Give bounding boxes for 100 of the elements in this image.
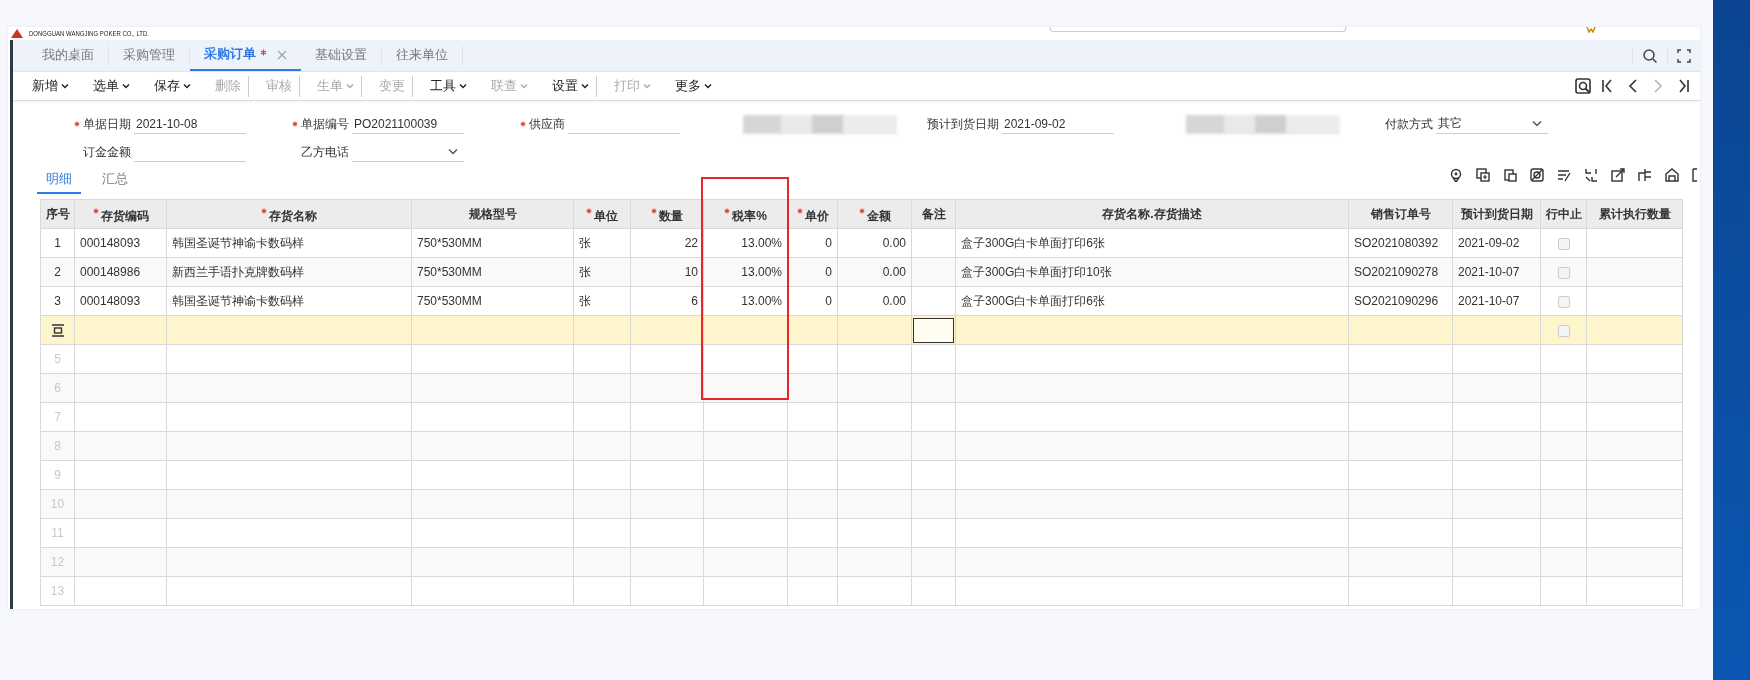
- column-header[interactable]: 规格型号: [411, 199, 574, 229]
- column-header[interactable]: 备注: [911, 199, 956, 229]
- column-header[interactable]: 数量: [630, 199, 704, 229]
- preview-icon[interactable]: [1575, 78, 1591, 94]
- column-header[interactable]: 预计到货日期: [1452, 199, 1541, 229]
- list-edit-icon[interactable]: [1557, 168, 1571, 182]
- table-cell: 000148093: [74, 228, 167, 258]
- table-cell: 750*530MM: [411, 228, 574, 258]
- caret-icon: [459, 83, 467, 89]
- export-icon[interactable]: [1611, 168, 1625, 182]
- field-label: 预计到货日期: [927, 115, 999, 133]
- table-cell: 0.00: [837, 286, 912, 316]
- checkbox[interactable]: [1557, 324, 1570, 337]
- tab[interactable]: 基础设置: [301, 46, 382, 65]
- column-header[interactable]: 存货名称.存货描述: [955, 199, 1349, 229]
- table-cell: SO2021080392: [1348, 228, 1453, 258]
- table-cell: 2021-09-02: [1452, 228, 1541, 258]
- table-cell: 张: [573, 257, 631, 287]
- table-cell: 韩国圣诞节神谕卡数码样: [166, 228, 412, 258]
- dropdown-field[interactable]: 其它: [1436, 114, 1548, 134]
- table-cell: 新西兰手语扑克牌数码样: [166, 257, 412, 287]
- column-header[interactable]: 单位: [573, 199, 631, 229]
- column-header[interactable]: 累计执行数量: [1586, 199, 1683, 229]
- required-icon: [858, 208, 865, 214]
- field-label: 单据日期: [74, 115, 131, 133]
- required-icon: [261, 208, 267, 214]
- field-label: 单据编号: [292, 115, 349, 133]
- table-cell: 1: [40, 228, 75, 258]
- table-cell: 000148986: [74, 257, 167, 287]
- table-cell: 0.00: [837, 257, 912, 287]
- toolbar-button[interactable]: 设置: [545, 75, 597, 97]
- column-header[interactable]: 金额: [837, 199, 912, 229]
- checkbox[interactable]: [1557, 295, 1570, 308]
- table-cell: 000148093: [74, 286, 167, 316]
- column-header[interactable]: 税率%: [703, 199, 788, 229]
- required-icon: [651, 208, 657, 214]
- caret-icon: [122, 83, 130, 89]
- cell-editor[interactable]: [913, 317, 954, 343]
- tab[interactable]: 往来单位: [382, 46, 463, 65]
- column-header[interactable]: 存货名称: [166, 199, 412, 229]
- modified-icon: [260, 48, 267, 56]
- chevron-down-icon: [1532, 120, 1542, 127]
- table-cell: 13.00%: [703, 257, 788, 287]
- toolbar-button[interactable]: 更多: [668, 75, 719, 97]
- table-cell: SO2021090278: [1348, 257, 1453, 287]
- field-label: 供应商: [520, 115, 565, 133]
- table-cell: 张: [573, 286, 631, 316]
- required-icon: [92, 208, 99, 214]
- caret-icon: [704, 83, 712, 89]
- toolbar-button[interactable]: 工具: [423, 75, 474, 97]
- field-label: 乙方电话: [301, 143, 349, 161]
- branch-icon[interactable]: [1638, 168, 1652, 182]
- table-cell: 2021-10-07: [1452, 286, 1541, 316]
- caret-icon: [643, 83, 651, 89]
- table-cell: 盒子300G白卡单面打印10张: [955, 257, 1349, 287]
- required-icon: [520, 121, 526, 127]
- home-icon[interactable]: [1665, 168, 1679, 182]
- table-cell: 750*530MM: [411, 257, 574, 287]
- tab[interactable]: 汇总: [93, 171, 137, 194]
- tab[interactable]: 我的桌面: [28, 46, 109, 65]
- toolbar-button[interactable]: 保存: [147, 75, 198, 97]
- tab[interactable]: 采购管理: [109, 46, 190, 65]
- toolbar-button[interactable]: 新增: [25, 75, 76, 97]
- input-field[interactable]: 2021-09-02: [1002, 114, 1114, 134]
- table-cell: 3: [40, 286, 75, 316]
- tab[interactable]: 采购订单: [190, 40, 301, 71]
- caret-icon: [346, 83, 354, 89]
- paste-icon[interactable]: [1503, 168, 1517, 182]
- checkbox[interactable]: [1557, 266, 1570, 279]
- search-field[interactable]: [1050, 27, 1346, 32]
- column-header[interactable]: 单价: [787, 199, 838, 229]
- table-cell: 2: [40, 257, 75, 287]
- column-header[interactable]: 行中止: [1540, 199, 1587, 229]
- table-cell: 张: [573, 228, 631, 258]
- caret-icon: [183, 83, 191, 89]
- required-icon: [586, 208, 592, 214]
- tab[interactable]: 明细: [37, 171, 81, 194]
- input-field[interactable]: PO2021100039: [352, 114, 464, 134]
- column-header[interactable]: 序号: [40, 199, 75, 229]
- column-header[interactable]: 存货编码: [74, 199, 167, 229]
- required-icon: [724, 208, 731, 214]
- table-cell: 盒子300G白卡单面打印6张: [955, 286, 1349, 316]
- add-copy-icon[interactable]: [1476, 168, 1490, 182]
- input-field[interactable]: 2021-10-08: [134, 114, 246, 134]
- table-cell: 0.00: [837, 228, 912, 258]
- toolbar-button[interactable]: 选单: [86, 75, 137, 97]
- table-cell: 2021-10-07: [1452, 257, 1541, 287]
- table-cell: 韩国圣诞节神谕卡数码样: [166, 286, 412, 316]
- table-cell: 750*530MM: [411, 286, 574, 316]
- add-row-icon[interactable]: [50, 323, 65, 338]
- crown-icon: [1586, 27, 1596, 33]
- field-label: 订金金额: [83, 143, 131, 161]
- location-pin-icon[interactable]: [1449, 168, 1463, 182]
- required-icon: [796, 208, 803, 214]
- column-header[interactable]: 销售订单号: [1348, 199, 1453, 229]
- checkbox[interactable]: [1557, 237, 1570, 250]
- table-cell: 盒子300G白卡单面打印6张: [955, 228, 1349, 258]
- table-cell: SO2021090296: [1348, 286, 1453, 316]
- chevron-down-icon: [448, 148, 458, 155]
- field-label: 付款方式: [1385, 115, 1433, 133]
